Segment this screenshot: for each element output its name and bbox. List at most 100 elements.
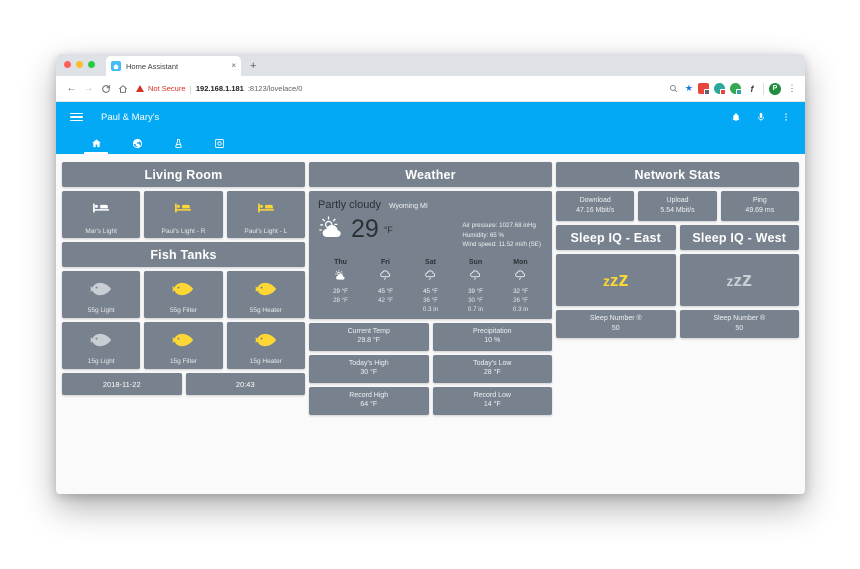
fish-icon — [255, 331, 277, 354]
hamburger-icon[interactable] — [70, 112, 83, 122]
browser-toolbar: ← → Not Secure | 192.168.1.181 :8123/lov… — [56, 76, 805, 102]
forecast-day: Sat 45 °F 36 °F 0.3 in — [408, 259, 453, 313]
tab-title: Home Assistant — [126, 61, 179, 71]
bell-icon[interactable] — [731, 112, 741, 122]
browser-menu-icon[interactable]: ⋮ — [786, 83, 798, 95]
url-host: 192.168.1.181 — [195, 84, 244, 93]
light-label: Mar's Light — [85, 227, 117, 235]
extension-icon-2[interactable] — [714, 83, 726, 95]
lastpass-icon[interactable]: f — [746, 83, 758, 95]
sleep-zzz-icon: zzz — [603, 269, 629, 291]
forecast-low: 30 °F — [468, 296, 483, 304]
toolbar-divider — [763, 82, 764, 95]
not-secure-warning-icon — [136, 85, 144, 92]
stat-ping[interactable]: Ping 49.69 ms — [720, 191, 799, 221]
extension-icon-1[interactable] — [698, 83, 710, 95]
overflow-menu-icon[interactable] — [781, 112, 791, 122]
fish-icon — [172, 280, 194, 303]
stat-upload[interactable]: Upload 5.54 Mbit/s — [638, 191, 717, 221]
sleep-iq-east-status[interactable]: zzz — [556, 254, 676, 306]
fish-icon — [90, 331, 112, 354]
microphone-icon[interactable] — [756, 112, 766, 122]
camera-tab[interactable] — [211, 132, 227, 154]
sleep-number-value: 50 — [611, 324, 620, 332]
weather-card[interactable]: Partly cloudy Wyoming MI 29 °F Air press… — [309, 191, 552, 319]
close-window-button[interactable] — [64, 61, 71, 68]
omnibox-divider: | — [189, 83, 192, 94]
rainy-icon — [514, 268, 527, 286]
stat-name: Today's High — [348, 360, 389, 368]
forward-button[interactable]: → — [80, 80, 97, 97]
forecast-day-name: Fri — [381, 258, 390, 266]
stat-record-high[interactable]: Record High 64 °F — [309, 386, 429, 415]
forecast-high: 32 °F — [513, 287, 528, 295]
light-button-pauls-light-r[interactable]: Paul's Light - R — [144, 191, 223, 238]
new-tab-button[interactable]: + — [250, 61, 256, 76]
weather-header: Weather — [309, 162, 552, 187]
switch-button-15g-heater[interactable]: 15g Heater — [226, 322, 305, 369]
lovelace-board: Living Room Mar's Light Paul's Light - R — [56, 154, 805, 494]
home-assistant-app: Paul & Mary's Living Room Mar's Light Pa… — [56, 102, 805, 494]
weather-temperature: 29 — [351, 215, 379, 243]
extension-badge-1 — [704, 89, 710, 95]
extension-icon-3[interactable] — [730, 83, 742, 95]
weather-stats-row-1: Current Temp 29.8 °F Precipitation 10 % — [309, 322, 552, 351]
stat-current-temp[interactable]: Current Temp 29.8 °F — [309, 322, 429, 351]
reload-button[interactable] — [97, 80, 114, 97]
stat-name: Ping — [752, 197, 767, 205]
sleep-iq-west-status[interactable]: zzz — [679, 254, 799, 306]
stat-name: Precipitation — [472, 328, 512, 336]
weather-current: 29 °F — [318, 214, 393, 245]
stat-value: 64 °F — [360, 401, 378, 409]
sleep-iq-east-header: Sleep IQ - East — [556, 225, 676, 250]
switch-button-55g-filter[interactable]: 55g Filter — [144, 271, 223, 318]
close-tab-button[interactable]: × — [231, 62, 236, 70]
switch-button-15g-light[interactable]: 15g Light — [62, 322, 141, 369]
switch-button-55g-heater[interactable]: 55g Heater — [226, 271, 305, 318]
minimize-window-button[interactable] — [76, 61, 83, 68]
network-stats-row: Download 47.16 Mbit/s Upload 5.54 Mbit/s… — [556, 191, 799, 221]
weather-main: 29 °F Air pressure: 1027.68 inHg Humidit… — [318, 214, 543, 250]
light-button-mars-light[interactable]: Mar's Light — [62, 191, 141, 238]
stat-todays-low[interactable]: Today's Low 28 °F — [432, 354, 552, 383]
light-button-pauls-light-l[interactable]: Paul's Light - L — [226, 191, 305, 238]
browser-tab[interactable]: Home Assistant × — [106, 56, 241, 76]
switch-button-15g-filter[interactable]: 15g Filter — [144, 322, 223, 369]
extension-badge-2 — [720, 89, 726, 95]
bookmark-star-icon[interactable]: ★ — [685, 83, 693, 94]
globe-tab[interactable] — [129, 132, 145, 154]
stat-precipitation[interactable]: Precipitation 10 % — [432, 322, 552, 351]
app-view-tabs — [56, 132, 805, 154]
sleep-number-west[interactable]: Sleep Number ® 50 — [679, 310, 799, 338]
window-controls[interactable] — [64, 61, 95, 68]
back-button[interactable]: ← — [63, 80, 80, 97]
rainy-icon — [379, 268, 392, 286]
switch-label: 15g Heater — [249, 357, 282, 365]
partly-cloudy-icon — [334, 268, 347, 286]
fish-icon — [172, 331, 194, 354]
switch-button-55g-light[interactable]: 55g Light — [62, 271, 141, 318]
address-bar[interactable]: Not Secure | 192.168.1.181 :8123/lovelac… — [136, 80, 668, 97]
forecast-precip: 0.3 in — [512, 305, 529, 313]
profile-avatar[interactable]: P — [769, 82, 781, 95]
stat-record-low[interactable]: Record Low 14 °F — [432, 386, 552, 415]
sleep-number-east[interactable]: Sleep Number ® 50 — [556, 310, 676, 338]
stat-todays-high[interactable]: Today's High 30 °F — [309, 354, 429, 383]
fish-tank-tab[interactable] — [170, 132, 186, 154]
partly-cloudy-icon — [318, 214, 346, 245]
home-button[interactable] — [114, 80, 131, 97]
stat-value: 10 % — [484, 337, 501, 345]
switch-label: 55g Light — [87, 306, 115, 314]
stat-name: Record Low — [473, 392, 511, 400]
search-icon[interactable] — [668, 83, 680, 95]
forecast-day-name: Thu — [334, 258, 347, 266]
home-tab[interactable] — [84, 132, 108, 154]
fish-tanks-header: Fish Tanks — [62, 242, 305, 267]
time-tile: 20:43 — [185, 373, 305, 395]
stat-name: Upload — [666, 197, 689, 205]
maximize-window-button[interactable] — [88, 61, 95, 68]
sleep-iq-west-header: Sleep IQ - West — [679, 225, 799, 250]
stat-download[interactable]: Download 47.16 Mbit/s — [556, 191, 635, 221]
forecast-day: Sun 39 °F 30 °F 0.7 in — [453, 259, 498, 313]
fish-tanks-row-15g: 15g Light 15g Filter 15g Heater — [62, 322, 305, 369]
